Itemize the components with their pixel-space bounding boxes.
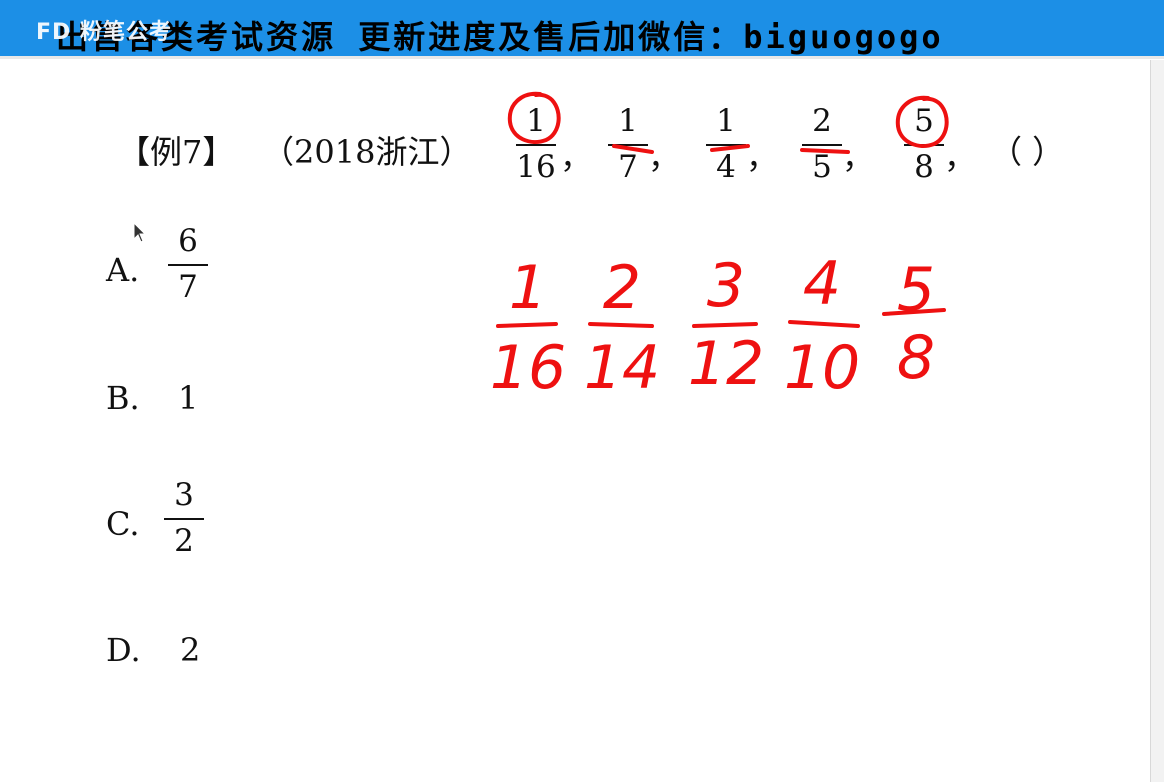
rewrite-denominator: 10 <box>784 333 860 403</box>
underline-annotation <box>612 144 654 154</box>
rewrite-fraction-bar <box>692 322 758 328</box>
handwriting-layer: 1 16 2 14 3 12 4 10 5 8 <box>490 91 949 403</box>
underline-annotation <box>710 144 750 152</box>
rewrite-fraction-bar <box>788 320 860 328</box>
rewrite-numerator: 1 <box>509 253 547 323</box>
rewrite-numerator: 4 <box>803 249 841 319</box>
circle-annotation <box>507 91 561 144</box>
rewrite-denominator: 14 <box>584 333 660 403</box>
rewrite-fraction-bar <box>588 322 654 328</box>
underline-annotation <box>800 148 850 154</box>
circle-annotation <box>895 95 949 148</box>
rewrite-numerator: 2 <box>603 253 641 323</box>
rewrite-fraction-bar <box>496 322 558 328</box>
rewrite-numerator: 3 <box>707 251 745 321</box>
rewrite-denominator: 16 <box>490 333 566 403</box>
rewrite-denominator: 12 <box>688 329 764 399</box>
rewrite-denominator: 8 <box>897 323 935 393</box>
